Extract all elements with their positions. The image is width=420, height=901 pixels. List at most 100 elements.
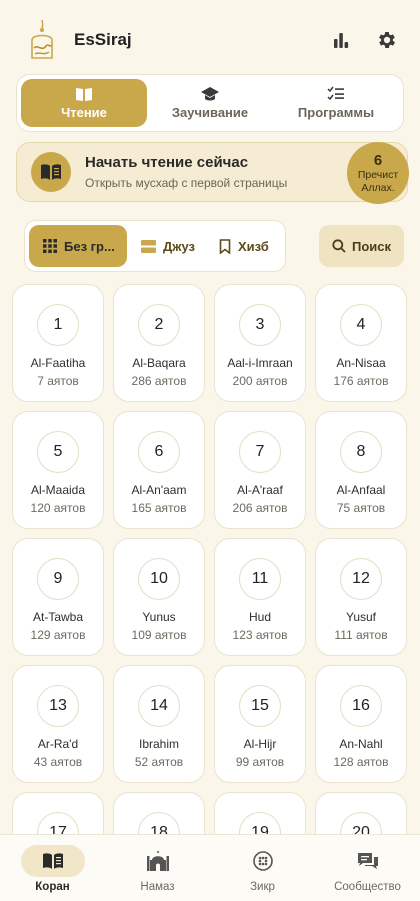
surah-name: Al-Anfaal [336, 483, 386, 497]
nav-quran[interactable]: Коран [0, 835, 105, 901]
group-option-none-label: Без гр... [64, 238, 115, 254]
nav-zikr-label: Зикр [250, 881, 275, 893]
group-option-juz-label: Джуз [163, 238, 195, 254]
surah-card[interactable]: 1 Al-Faatiha 7 аятов [12, 284, 104, 402]
surah-number: 12 [340, 558, 382, 600]
surah-number: 2 [138, 304, 180, 346]
bookmark-icon [219, 238, 231, 254]
surah-card[interactable]: 10 Yunus 109 аятов [113, 538, 205, 656]
tab-memorizing-label: Заучивание [171, 105, 249, 120]
tab-reading-label: Чтение [61, 105, 107, 120]
grid-icon [43, 239, 57, 253]
surah-number: 14 [138, 685, 180, 727]
surah-card[interactable]: 15 Al-Hijr 99 аятов [214, 665, 306, 783]
surah-ayah-count: 129 аятов [30, 628, 86, 642]
surah-ayah-count: 99 аятов [235, 755, 285, 769]
stats-icon[interactable] [328, 27, 354, 53]
group-option-none[interactable]: Без гр... [29, 225, 127, 267]
surah-number: 3 [239, 304, 281, 346]
surah-name: Aal-i-Imraan [227, 356, 293, 370]
surah-name: Ibrahim [138, 737, 179, 751]
surah-card[interactable]: 16 An-Nahl 128 аятов [315, 665, 407, 783]
surah-name: Al-Maaida [30, 483, 86, 497]
surah-ayah-count: 200 аятов [232, 374, 288, 388]
surah-card[interactable]: 11 Hud 123 аятов [214, 538, 306, 656]
nav-namaz-label: Намаз [140, 881, 175, 893]
surah-card[interactable]: 13 Ar-Ra'd 43 аятов [12, 665, 104, 783]
surah-number: 7 [239, 431, 281, 473]
surah-number: 13 [37, 685, 79, 727]
surah-name: Hud [248, 610, 271, 624]
surah-number: 11 [239, 558, 281, 600]
surah-ayah-count: 206 аятов [232, 501, 288, 515]
surah-name: An-Nahl [339, 737, 383, 751]
nav-community-label: Сообщество [334, 881, 401, 893]
surah-number: 9 [37, 558, 79, 600]
surah-card[interactable]: 9 At-Tawba 129 аятов [12, 538, 104, 656]
search-button[interactable]: Поиск [319, 225, 404, 267]
mushaf-book-icon [31, 152, 71, 192]
nav-zikr[interactable]: Зикр [210, 835, 315, 901]
surah-number: 15 [239, 685, 281, 727]
tab-programs-label: Программы [297, 105, 375, 120]
surah-ayah-count: 128 аятов [333, 755, 389, 769]
surah-card[interactable]: 7 Al-A'raaf 206 аятов [214, 411, 306, 529]
surah-ayah-count: 52 аятов [134, 755, 184, 769]
start-reading-text: Начать чтение сейчас Открыть мусхаф с пе… [85, 154, 287, 190]
tab-memorizing[interactable]: Заучивание [147, 79, 273, 127]
progress-badge-label-2: Аллах. [361, 181, 395, 194]
group-option-hizb[interactable]: Хизб [211, 225, 277, 267]
surah-number: 10 [138, 558, 180, 600]
surah-number: 6 [138, 431, 180, 473]
group-option-hizb-label: Хизб [238, 238, 269, 254]
settings-gear-icon[interactable] [374, 27, 400, 53]
app-logo-icon [31, 19, 53, 59]
tab-programs[interactable]: Программы [273, 79, 399, 127]
surah-name: Yunus [142, 610, 176, 624]
surah-card[interactable]: 14 Ibrahim 52 аятов [113, 665, 205, 783]
surah-card[interactable]: 5 Al-Maaida 120 аятов [12, 411, 104, 529]
surah-ayah-count: 109 аятов [131, 628, 187, 642]
nav-community[interactable]: Сообщество [315, 835, 420, 901]
surah-card[interactable]: 3 Aal-i-Imraan 200 аятов [214, 284, 306, 402]
bottom-navigation: Коран Намаз Зикр Сообщество [0, 834, 420, 901]
surah-name: Al-Faatiha [30, 356, 86, 370]
nav-namaz[interactable]: Намаз [105, 835, 210, 901]
surah-card[interactable]: 6 Al-An'aam 165 аятов [113, 411, 205, 529]
surah-ayah-count: 176 аятов [333, 374, 389, 388]
surah-card[interactable]: 12 Yusuf 111 аятов [315, 538, 407, 656]
app-bar: EsSiraj [0, 0, 420, 80]
surah-card[interactable]: 8 Al-Anfaal 75 аятов [315, 411, 407, 529]
surah-number: 16 [340, 685, 382, 727]
app-title: EsSiraj [74, 30, 132, 49]
surah-name: Al-A'raaf [237, 483, 283, 497]
surah-number: 1 [37, 304, 79, 346]
surah-number: 8 [340, 431, 382, 473]
progress-badge[interactable]: 6 Пречист Аллах. [347, 142, 409, 204]
tab-reading[interactable]: Чтение [21, 79, 147, 127]
group-option-juz[interactable]: Джуз [133, 225, 203, 267]
surah-number: 4 [340, 304, 382, 346]
search-button-label: Поиск [351, 238, 391, 254]
start-reading-card[interactable]: Начать чтение сейчас Открыть мусхаф с пе… [16, 142, 409, 204]
chat-bubbles-icon [336, 845, 400, 877]
search-icon [332, 239, 346, 253]
nav-quran-label: Коран [35, 881, 70, 893]
surah-ayah-count: 43 аятов [33, 755, 83, 769]
surah-ayah-count: 286 аятов [131, 374, 187, 388]
mosque-icon [126, 845, 190, 877]
surah-number: 5 [37, 431, 79, 473]
surah-card[interactable]: 2 Al-Baqara 286 аятов [113, 284, 205, 402]
surah-ayah-count: 7 аятов [37, 374, 79, 388]
progress-badge-number: 6 [373, 151, 383, 169]
grouping-segmented-control: Без гр... Джуз Хизб [24, 220, 286, 272]
mode-tabs: Чтение Заучивание Программы [16, 74, 404, 132]
quran-book-icon [20, 845, 85, 877]
surah-grid: 1 Al-Faatiha 7 аятов 2 Al-Baqara 286 аятов 3… [12, 284, 408, 901]
surah-ayah-count: 111 аятов [334, 628, 388, 642]
surah-name: At-Tawba [32, 610, 84, 624]
surah-ayah-count: 165 аятов [131, 501, 187, 515]
surah-card[interactable]: 4 An-Nisaa 176 аятов [315, 284, 407, 402]
checklist-icon [327, 86, 344, 101]
juz-layers-icon [141, 239, 156, 253]
